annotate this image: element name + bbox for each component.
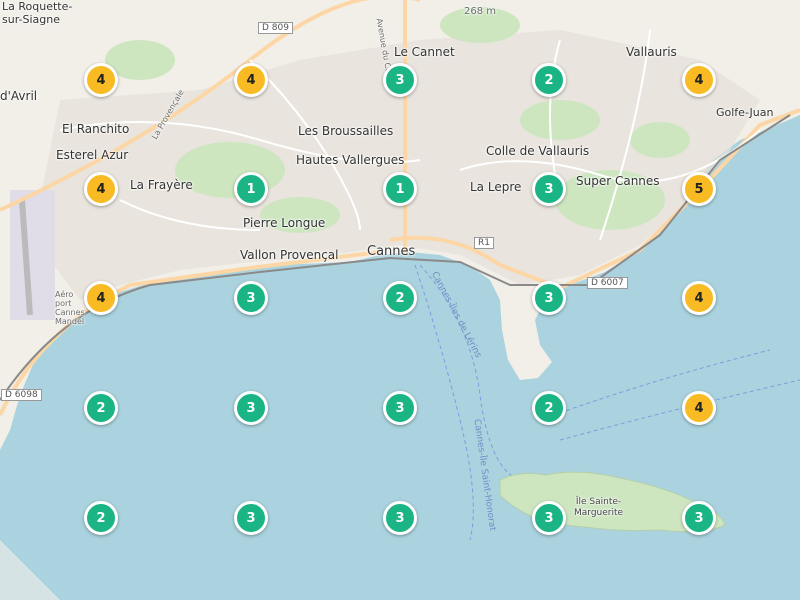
airport-area: [10, 190, 55, 320]
cluster-marker[interactable]: 4: [84, 172, 118, 206]
cluster-marker[interactable]: 1: [234, 172, 268, 206]
cluster-marker[interactable]: 3: [383, 391, 417, 425]
cluster-marker[interactable]: 3: [383, 501, 417, 535]
cluster-marker[interactable]: 3: [532, 501, 566, 535]
cluster-marker[interactable]: 3: [234, 281, 268, 315]
cluster-marker[interactable]: 3: [383, 63, 417, 97]
cluster-marker[interactable]: 2: [532, 391, 566, 425]
cluster-marker[interactable]: 4: [84, 281, 118, 315]
cluster-marker[interactable]: 2: [532, 63, 566, 97]
cluster-marker[interactable]: 2: [84, 501, 118, 535]
cluster-marker[interactable]: 3: [682, 501, 716, 535]
cluster-marker[interactable]: 5: [682, 172, 716, 206]
cluster-marker[interactable]: 1: [383, 172, 417, 206]
cluster-marker[interactable]: 2: [383, 281, 417, 315]
cluster-marker[interactable]: 4: [682, 391, 716, 425]
cluster-marker[interactable]: 4: [84, 63, 118, 97]
cluster-marker[interactable]: 4: [234, 63, 268, 97]
cluster-marker[interactable]: 3: [234, 391, 268, 425]
cluster-marker[interactable]: 2: [84, 391, 118, 425]
cluster-marker[interactable]: 4: [682, 63, 716, 97]
cluster-marker[interactable]: 4: [682, 281, 716, 315]
cluster-marker[interactable]: 3: [532, 281, 566, 315]
cluster-marker[interactable]: 3: [234, 501, 268, 535]
cluster-marker[interactable]: 3: [532, 172, 566, 206]
